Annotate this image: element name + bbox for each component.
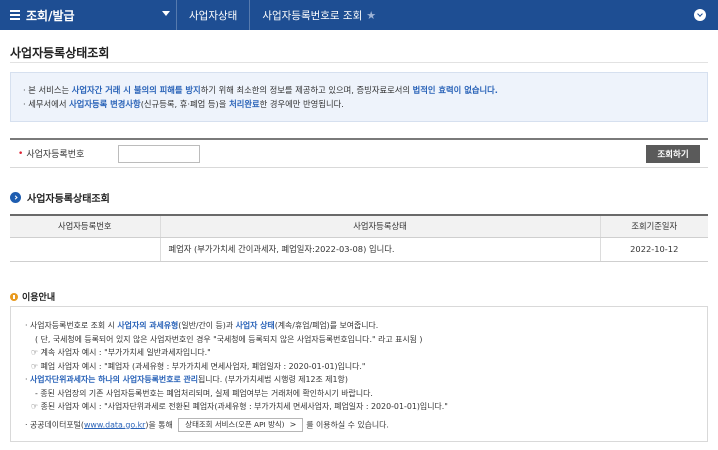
guide-text: (계속/휴업/폐업)를 보여줍니다.: [274, 321, 379, 330]
result-section-title: 사업자등록상태조회: [10, 190, 110, 205]
guide-text: 종된 사업자 예시 : "사업자단위과세로 전환된 폐업자(과세유형 : 부가가…: [40, 402, 448, 411]
bizno-input[interactable]: [118, 144, 201, 163]
notice-highlight: 사업자간 거래 시 불의의 피해를 방지: [71, 85, 201, 95]
page-title: 사업자등록상태조회: [10, 46, 110, 60]
guide-highlight: 사업자단위과세자는 하나의 사업자등록번호로 관리: [30, 375, 198, 384]
data-portal-link[interactable]: www.data.go.kr: [84, 420, 145, 429]
guide-text: 폐업 사업자 예시 : "폐업자 (과세유형 : 부가가치세 면세사업자, 폐업…: [40, 361, 366, 371]
guide-line: · 공공데이터포털(www.data.go.kr)을 통해 상태조회 서비스(오…: [25, 417, 693, 432]
pointer-icon: ☞: [31, 348, 39, 357]
pointer-icon: ☞: [31, 402, 39, 411]
info-icon: [10, 292, 18, 301]
bizno-cell: [10, 237, 160, 262]
notice-highlight: 처리완료: [229, 99, 260, 109]
result-title: 사업자등록상태조회: [27, 194, 110, 205]
guide-text: 사업자등록번호로 조회 시: [30, 321, 118, 330]
guide-line: · 사업자등록번호로 조회 시 사업자의 과세유형(일반/간이 등)과 사업자 …: [25, 321, 379, 330]
status-cell: 폐업자 (부가가치세 간이과세자, 폐업일자:2022-03-08) 입니다.: [159, 237, 600, 262]
notice-text: (신규등록, 휴·폐업 등)을: [140, 99, 230, 109]
required-mark: •: [18, 148, 24, 159]
notice-highlight: 법적인 효력이 없습니다.: [412, 85, 498, 95]
guide-title: 이용안내: [22, 293, 56, 303]
guide-text: 됩니다. (부가가치세법 시행령 제12조 제1항): [197, 375, 348, 384]
guide-highlight: 사업자의 과세유형: [117, 321, 179, 330]
column-header: 사업자등록상태: [159, 214, 600, 238]
open-api-button[interactable]: 상태조회 서비스(오픈 API 방식) >: [178, 417, 304, 432]
guide-highlight: 사업자 상태: [235, 321, 275, 330]
breadcrumb-label: 사업자상태: [189, 9, 238, 22]
guide-text: 를 이용하실 수 있습니다.: [306, 419, 389, 429]
guide-line: - 종된 사업장의 기존 사업자등록번호는 폐업처리되며, 실제 폐업여부는 거…: [35, 388, 373, 398]
guide-text: 계속 사업자 예시 : "부가가치세 일반과세자입니다.": [40, 348, 211, 357]
guide-box: · 사업자등록번호로 조회 시 사업자의 과세유형(일반/간이 등)과 사업자 …: [10, 306, 708, 442]
notice-box: · 본 서비스는 사업자간 거래 시 불의의 피해를 방지하기 위해 최소한의 …: [10, 72, 708, 122]
breadcrumb-current[interactable]: 사업자등록번호로 조회 ★: [249, 0, 388, 30]
column-header: 조회기준일자: [599, 214, 708, 238]
table-row: 폐업자 (부가가치세 간이과세자, 폐업일자:2022-03-08) 입니다. …: [10, 237, 708, 262]
pointer-icon: ☞: [31, 361, 39, 371]
guide-example: ☞ 폐업 사업자 예시 : "폐업자 (과세유형 : 부가가치세 면세사업자, …: [25, 360, 693, 374]
star-icon[interactable]: ★: [366, 9, 376, 22]
chevron-right-icon: >: [289, 419, 297, 429]
divider: [10, 62, 708, 63]
bizno-label: 사업자등록번호: [26, 150, 85, 160]
breadcrumb-status[interactable]: 사업자상태: [176, 0, 249, 30]
guide-text: )을 통해: [145, 419, 176, 429]
chevron-down-icon[interactable]: [694, 9, 706, 21]
notice-highlight: 사업자등록 변경사항: [69, 99, 141, 109]
guide-text: (일반/간이 등)과: [178, 321, 236, 330]
search-button[interactable]: 조회하기: [646, 145, 700, 163]
search-form: • 사업자등록번호 조회하기: [10, 138, 708, 168]
hamburger-icon: [10, 10, 20, 20]
caret-down-icon: [162, 11, 170, 16]
guide-section-title: 이용안내: [10, 290, 55, 303]
notice-text: 세무서에서: [28, 99, 70, 109]
notice-line: · 본 서비스는 사업자간 거래 시 불의의 피해를 방지하기 위해 최소한의 …: [23, 85, 498, 95]
notice-text: 한 경우에만 반영됩니다.: [259, 99, 344, 109]
notice-line: · 세무서에서 사업자등록 변경사항(신규등록, 휴·폐업 등)을 처리완료한 …: [23, 99, 344, 109]
open-api-button-label: 상태조회 서비스(오픈 API 방식): [185, 419, 285, 429]
column-header: 사업자등록번호: [10, 214, 160, 238]
result-table: 사업자등록번호 사업자등록상태 조회기준일자 폐업자 (부가가치세 간이과세자,…: [10, 214, 708, 262]
notice-text: 하기 위해 최소한의 정보를 제공하고 있으며, 증빙자료로서의: [200, 85, 413, 95]
guide-example: ☞ 종된 사업자 예시 : "사업자단위과세로 전환된 폐업자(과세유형 : 부…: [25, 400, 693, 414]
table-header-row: 사업자등록번호 사업자등록상태 조회기준일자: [10, 214, 708, 238]
chevron-right-icon: [10, 192, 21, 203]
guide-text: 공공데이터포털(: [30, 419, 84, 429]
top-navigation-bar: 조회/발급 사업자상태 사업자등록번호로 조회 ★: [0, 0, 718, 30]
guide-line: ( 단, 국세청에 등록되어 있지 않은 사업자번호인 경우 "국세청에 등록되…: [35, 334, 423, 344]
breadcrumb-label: 사업자등록번호로 조회: [262, 9, 363, 22]
guide-line: · 사업자단위과세자는 하나의 사업자등록번호로 관리됩니다. (부가가치세법 …: [25, 375, 348, 384]
menu-title: 조회/발급: [26, 8, 75, 23]
notice-text: 본 서비스는: [28, 85, 72, 95]
guide-example: ☞ 계속 사업자 예시 : "부가가치세 일반과세자입니다.": [25, 346, 693, 360]
date-cell: 2022-10-12: [599, 237, 708, 262]
menu-dropdown[interactable]: 조회/발급: [0, 0, 176, 30]
